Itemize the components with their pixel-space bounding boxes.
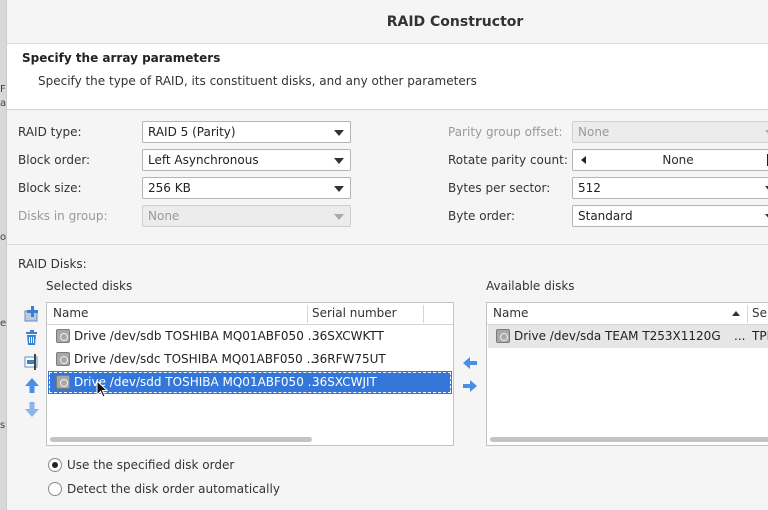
rotate-parity-count-label: Rotate parity count:	[448, 153, 568, 167]
use-specified-order-label[interactable]: Use the specified disk order	[67, 458, 234, 472]
list-item[interactable]: Drive /dev/sda TEAM T253X1120G ... TPE	[488, 325, 768, 348]
chevron-down-icon	[334, 186, 344, 192]
column-header-serial[interactable]: Ser	[752, 306, 768, 320]
hard-disk-icon	[56, 329, 70, 343]
hard-disk-icon	[56, 352, 70, 366]
horizontal-scrollbar[interactable]	[490, 437, 768, 442]
available-disks-list[interactable]: Name Ser Drive /dev/sda TEAM T253X1120G …	[486, 302, 768, 446]
raid-disks-label: RAID Disks:	[18, 257, 87, 271]
selected-disks-list[interactable]: Name Serial number Drive /dev/sdb TOSHIB…	[46, 302, 454, 446]
remove-disk-button[interactable]	[22, 328, 42, 348]
horizontal-scrollbar[interactable]	[50, 437, 312, 442]
bytes-per-sector-combo[interactable]: 512	[572, 177, 768, 199]
hard-disk-icon	[56, 375, 70, 389]
rotate-parity-count-spinner[interactable]: None	[572, 149, 768, 171]
list-item[interactable]: Drive /dev/sdc TOSHIBA MQ01ABF050 ... 36…	[48, 348, 452, 371]
section-divider	[7, 244, 768, 245]
byte-order-combo[interactable]: Standard	[572, 205, 768, 227]
use-specified-order-radio[interactable]	[48, 458, 62, 472]
move-down-icon	[25, 402, 39, 417]
list-item-selected[interactable]: Drive /dev/sdd TOSHIBA MQ01ABF050 ... 36…	[48, 371, 452, 394]
list-item[interactable]: Drive /dev/sdb TOSHIBA MQ01ABF050 ... 36…	[48, 325, 452, 348]
selected-disks-label: Selected disks	[46, 279, 133, 293]
raid-type-label: RAID type:	[18, 125, 82, 139]
page-description: Specify the type of RAID, its constituen…	[38, 74, 477, 88]
parity-group-offset-combo: None	[572, 121, 768, 143]
add-disk-button[interactable]	[22, 304, 42, 324]
raid-constructor-dialog: RAID Constructor Specify the array param…	[6, 0, 768, 510]
page-heading: Specify the array parameters	[22, 51, 221, 65]
disks-in-group-label: Disks in group:	[18, 209, 108, 223]
window-title: RAID Constructor	[386, 14, 524, 30]
disks-in-group-combo: None	[142, 205, 351, 227]
add-icon	[24, 306, 38, 322]
available-disks-label: Available disks	[486, 279, 575, 293]
move-down-button[interactable]	[22, 400, 42, 420]
raid-type-combo[interactable]: RAID 5 (Parity)	[142, 121, 351, 143]
title-bar: RAID Constructor	[7, 0, 768, 44]
column-header-serial[interactable]: Serial number	[312, 306, 397, 320]
edit-icon	[24, 354, 38, 370]
move-left-icon[interactable]	[462, 356, 478, 370]
sort-ascending-icon	[732, 311, 740, 316]
column-header-name[interactable]: Name	[53, 306, 88, 320]
chevron-down-icon	[334, 214, 344, 220]
block-order-combo[interactable]: Left Asynchronous	[142, 149, 351, 171]
edit-disk-button[interactable]	[22, 352, 42, 372]
move-right-icon[interactable]	[462, 379, 478, 393]
block-order-label: Block order:	[18, 153, 91, 167]
move-up-icon	[25, 378, 39, 393]
delete-icon	[26, 330, 37, 345]
page-header: Specify the array parameters Specify the…	[7, 44, 768, 110]
list-header: Name Ser	[487, 303, 768, 325]
mouse-cursor-icon	[96, 380, 108, 398]
parity-group-offset-label: Parity group offset:	[448, 125, 563, 139]
block-size-combo[interactable]: 256 KB	[142, 177, 351, 199]
chevron-down-icon	[334, 130, 344, 136]
byte-order-label: Byte order:	[448, 209, 516, 223]
detect-order-radio[interactable]	[48, 482, 62, 496]
bytes-per-sector-label: Bytes per sector:	[448, 181, 551, 195]
column-header-name[interactable]: Name	[493, 306, 528, 320]
chevron-down-icon	[334, 158, 344, 164]
detect-order-label[interactable]: Detect the disk order automatically	[67, 482, 280, 496]
hard-disk-icon	[496, 329, 510, 343]
block-size-label: Block size:	[18, 181, 82, 195]
move-up-button[interactable]	[22, 376, 42, 396]
list-header: Name Serial number	[47, 303, 453, 325]
